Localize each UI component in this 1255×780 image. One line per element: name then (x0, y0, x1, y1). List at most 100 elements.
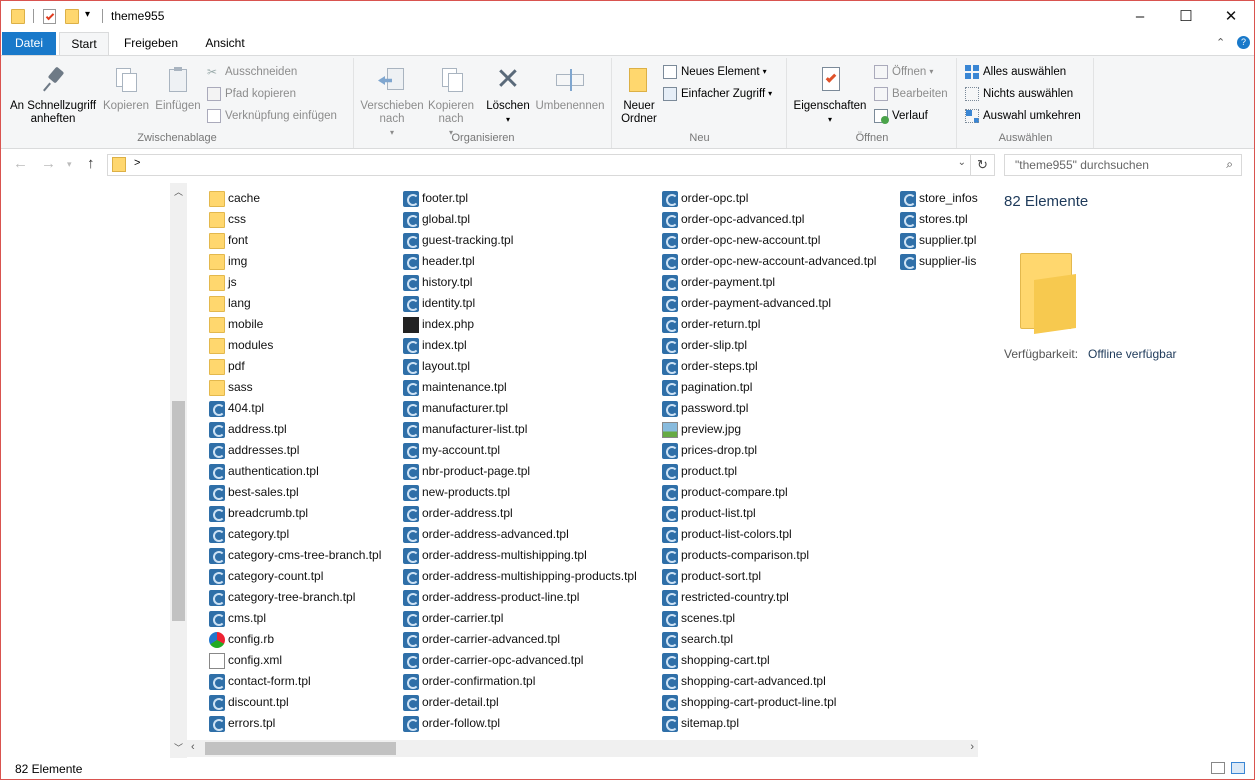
file-item[interactable]: shopping-cart.tpl (662, 650, 876, 671)
large-icons-view-icon[interactable] (1231, 762, 1245, 774)
refresh-button[interactable]: ↻ (971, 154, 995, 176)
file-item[interactable]: font (209, 230, 381, 251)
file-item[interactable]: password.tpl (662, 398, 876, 419)
up-button[interactable]: ↑ (87, 155, 95, 172)
file-item[interactable]: category-count.tpl (209, 566, 381, 587)
history-button[interactable]: Verlauf (874, 106, 928, 126)
file-item[interactable]: order-detail.tpl (403, 692, 637, 713)
copy-path-button[interactable]: Pfad kopieren (207, 84, 296, 104)
file-item[interactable]: mobile (209, 314, 381, 335)
file-item[interactable]: 404.tpl (209, 398, 381, 419)
file-item[interactable]: manufacturer.tpl (403, 398, 637, 419)
file-item[interactable]: pdf (209, 356, 381, 377)
file-item[interactable]: discount.tpl (209, 692, 381, 713)
file-item[interactable]: order-opc-new-account-advanced.tpl (662, 251, 876, 272)
tab-start[interactable]: Start (59, 32, 109, 55)
file-item[interactable]: order-address.tpl (403, 503, 637, 524)
file-item[interactable]: order-payment.tpl (662, 272, 876, 293)
file-item[interactable]: category-cms-tree-branch.tpl (209, 545, 381, 566)
close-button[interactable]: ✕ (1208, 1, 1254, 31)
open-button[interactable]: Öffnen ▾ (874, 62, 933, 82)
file-item[interactable]: order-return.tpl (662, 314, 876, 335)
file-item[interactable]: order-slip.tpl (662, 335, 876, 356)
file-item[interactable]: order-opc.tpl (662, 188, 876, 209)
tab-file[interactable]: Datei (2, 32, 56, 55)
new-folder-icon[interactable] (65, 7, 81, 25)
file-item[interactable]: order-opc-new-account.tpl (662, 230, 876, 251)
file-item[interactable]: cms.tpl (209, 608, 381, 629)
file-item[interactable]: manufacturer-list.tpl (403, 419, 637, 440)
file-item[interactable]: supplier.tpl (900, 230, 978, 251)
file-item[interactable]: layout.tpl (403, 356, 637, 377)
file-item[interactable]: stores.tpl (900, 209, 978, 230)
file-item[interactable]: footer.tpl (403, 188, 637, 209)
delete-button[interactable]: ✕ Löschen ▾ (483, 62, 533, 126)
file-item[interactable]: identity.tpl (403, 293, 637, 314)
new-folder-button[interactable]: Neuer Ordner (617, 62, 661, 126)
address-path[interactable]: > (134, 157, 140, 169)
file-item[interactable]: index.php (403, 314, 637, 335)
scroll-left-icon[interactable]: ‹ (191, 741, 195, 753)
scroll-thumb[interactable] (172, 401, 185, 621)
edit-button[interactable]: Bearbeiten (874, 84, 948, 104)
file-item[interactable]: order-carrier.tpl (403, 608, 637, 629)
horizontal-scrollbar[interactable]: ‹ › (187, 740, 978, 757)
copy-button[interactable]: Kopieren (100, 62, 152, 113)
address-box[interactable]: > ⌄ (107, 154, 971, 176)
file-item[interactable]: sitemap.tpl (662, 713, 876, 734)
file-item[interactable]: order-address-multishipping-products.tpl (403, 566, 637, 587)
file-item[interactable]: addresses.tpl (209, 440, 381, 461)
file-item[interactable]: new-products.tpl (403, 482, 637, 503)
file-item[interactable]: shopping-cart-product-line.tpl (662, 692, 876, 713)
new-item-button[interactable]: Neues Element ▾ (663, 62, 767, 82)
easy-access-button[interactable]: Einfacher Zugriff ▾ (663, 84, 772, 104)
file-item[interactable]: product-list-colors.tpl (662, 524, 876, 545)
file-item[interactable]: js (209, 272, 381, 293)
file-item[interactable]: order-address-product-line.tpl (403, 587, 637, 608)
file-item[interactable]: order-confirmation.tpl (403, 671, 637, 692)
file-item[interactable]: modules (209, 335, 381, 356)
invert-selection-button[interactable]: Auswahl umkehren (965, 106, 1081, 126)
file-item[interactable]: guest-tracking.tpl (403, 230, 637, 251)
file-item[interactable]: search.tpl (662, 629, 876, 650)
details-view-icon[interactable] (1211, 762, 1225, 774)
properties-button[interactable]: Eigenschaften ▾ (792, 62, 868, 126)
file-item[interactable]: order-payment-advanced.tpl (662, 293, 876, 314)
file-item[interactable]: preview.jpg (662, 419, 876, 440)
file-item[interactable]: product.tpl (662, 461, 876, 482)
vertical-scrollbar[interactable]: ︿ ﹀ (170, 183, 187, 758)
scroll-thumb[interactable] (205, 742, 396, 755)
file-item[interactable]: img (209, 251, 381, 272)
file-item[interactable]: shopping-cart-advanced.tpl (662, 671, 876, 692)
file-item[interactable]: sass (209, 377, 381, 398)
copy-to-button[interactable]: Kopieren nach ▾ (425, 62, 477, 139)
file-item[interactable]: address.tpl (209, 419, 381, 440)
properties-icon[interactable] (43, 7, 59, 25)
file-item[interactable]: product-list.tpl (662, 503, 876, 524)
file-item[interactable]: scenes.tpl (662, 608, 876, 629)
file-item[interactable]: pagination.tpl (662, 377, 876, 398)
paste-shortcut-button[interactable]: Verknüpfung einfügen (207, 106, 337, 126)
file-item[interactable]: order-follow.tpl (403, 713, 637, 734)
file-item[interactable]: order-steps.tpl (662, 356, 876, 377)
file-item[interactable]: my-account.tpl (403, 440, 637, 461)
file-item[interactable]: restricted-country.tpl (662, 587, 876, 608)
file-item[interactable]: category.tpl (209, 524, 381, 545)
paste-button[interactable]: Einfügen (153, 62, 203, 113)
move-to-button[interactable]: Verschieben nach ▾ (359, 62, 425, 139)
file-item[interactable]: history.tpl (403, 272, 637, 293)
select-none-button[interactable]: Nichts auswählen (965, 84, 1073, 104)
file-item[interactable]: config.rb (209, 629, 381, 650)
select-all-button[interactable]: Alles auswählen (965, 62, 1066, 82)
file-item[interactable]: order-carrier-opc-advanced.tpl (403, 650, 637, 671)
file-item[interactable]: errors.tpl (209, 713, 381, 734)
address-dropdown-icon[interactable]: ⌄ (958, 157, 966, 168)
rename-button[interactable]: Umbenennen (533, 62, 607, 113)
file-item[interactable]: cache (209, 188, 381, 209)
file-item[interactable]: products-comparison.tpl (662, 545, 876, 566)
recent-locations-icon[interactable]: ▾ (67, 159, 72, 170)
file-item[interactable]: lang (209, 293, 381, 314)
minimize-button[interactable]: – (1117, 1, 1163, 31)
scroll-right-icon[interactable]: › (970, 741, 974, 753)
tab-view[interactable]: Ansicht (195, 32, 255, 55)
